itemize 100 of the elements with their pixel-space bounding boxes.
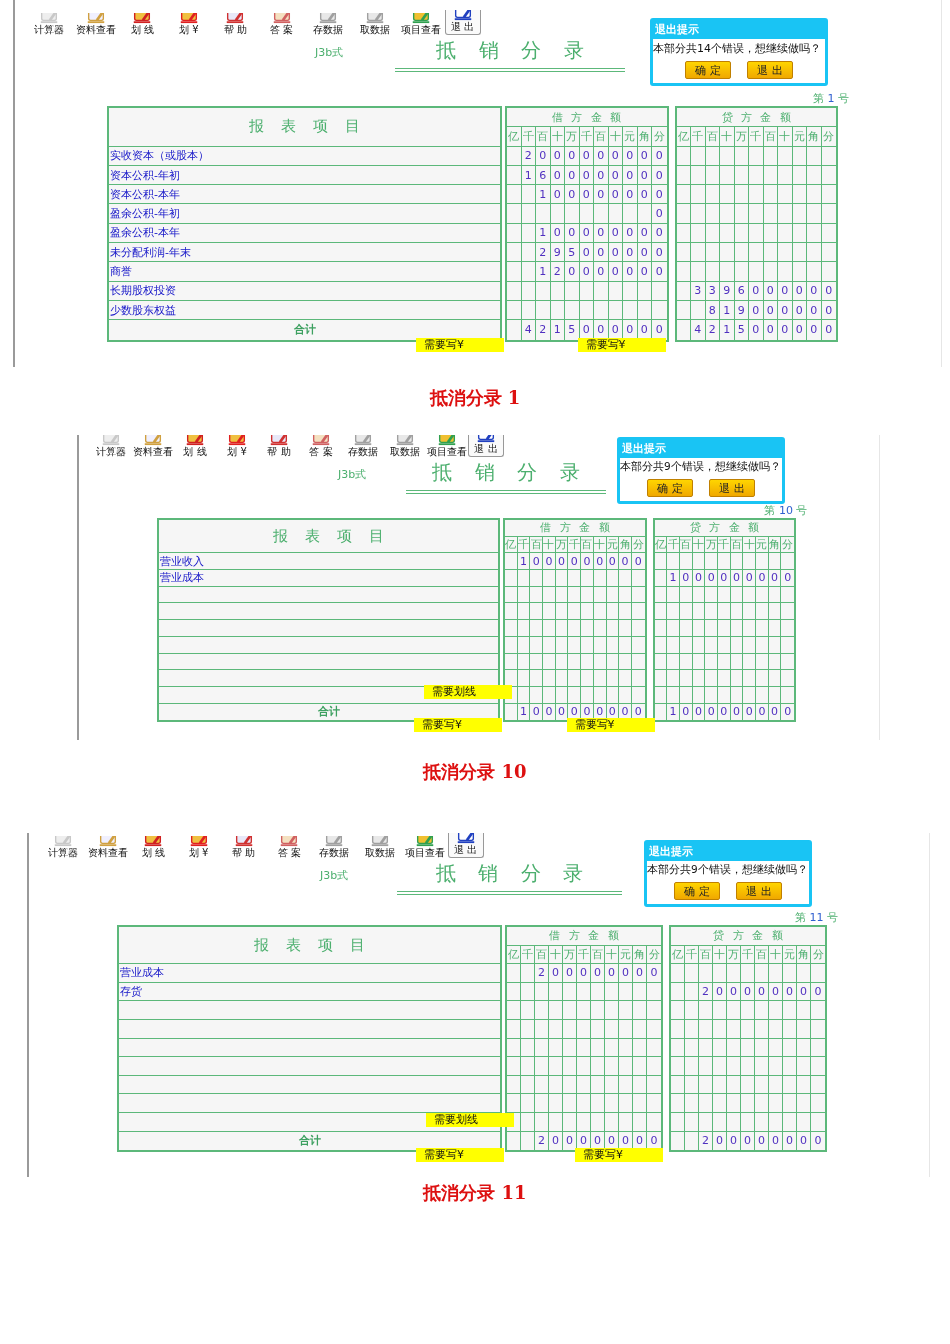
toolbar-button[interactable]: 帮 助 xyxy=(212,12,259,35)
dialog-button[interactable]: 确 定 xyxy=(685,61,731,79)
unit-label: 百 xyxy=(535,945,549,964)
unit-label: 万 xyxy=(565,127,580,146)
toolbar-button[interactable]: 存数据 xyxy=(305,12,352,35)
dialog-button[interactable]: 退 出 xyxy=(736,882,782,900)
item-cell: 营业成本 xyxy=(120,965,164,981)
unit-label: 分 xyxy=(822,128,836,145)
unit-label: 十 xyxy=(778,127,793,146)
unit-label: 亿 xyxy=(507,945,521,964)
amount-cell: 2 0 0 0 0 0 0 0 0 0 xyxy=(507,146,667,166)
unit-label: 万 xyxy=(705,536,718,553)
toolbar-button[interactable]: 划 线 xyxy=(119,12,166,35)
unit-label: 百 xyxy=(594,127,609,146)
unit-label: 元 xyxy=(619,945,633,964)
toolbar-button[interactable]: 取数据 xyxy=(351,12,398,35)
unit-label: 十 xyxy=(543,536,556,553)
item-cell: 盈余公积-本年 xyxy=(110,225,180,241)
dialog-message: 本部分共9个错误，想继续做吗？ xyxy=(647,863,809,877)
unit-label: 万 xyxy=(734,127,749,146)
form-code: J3b式 xyxy=(315,45,345,60)
form-code: J3b式 xyxy=(320,868,350,883)
unit-label: 十 xyxy=(692,536,706,553)
item-cell: 实收资本（或股本） xyxy=(110,148,209,164)
toolbar-button[interactable]: 划 线 xyxy=(130,835,176,858)
toolbar-button[interactable]: 答 案 xyxy=(266,835,312,858)
toolbar-button[interactable]: 取数据 xyxy=(384,435,426,457)
toolbar-button[interactable]: 划 ¥ xyxy=(165,12,212,35)
dialog-button[interactable]: 退 出 xyxy=(709,479,755,497)
toolbar-button[interactable]: 取数据 xyxy=(357,835,403,858)
toolbar-button[interactable]: 划 线 xyxy=(174,435,216,457)
unit-label: 元 xyxy=(623,127,638,146)
toolbar-button[interactable]: 答 案 xyxy=(258,12,305,35)
item-cell: 商誉 xyxy=(110,264,132,279)
exit-button[interactable]: 退 出 xyxy=(468,435,504,457)
unit-label: 十 xyxy=(720,127,735,146)
toolbar-button[interactable]: 资料查看 xyxy=(132,435,174,457)
unit-label: 千 xyxy=(718,536,731,553)
unit-label: 亿 xyxy=(505,536,518,553)
unit-label: 百 xyxy=(699,945,713,964)
unit-label: 角 xyxy=(797,945,811,964)
unit-label: 千 xyxy=(517,536,531,553)
toolbar-button[interactable]: 项目查看 xyxy=(402,835,448,858)
unit-label: 百 xyxy=(591,945,605,964)
toolbar-button[interactable]: 项目查看 xyxy=(426,435,468,457)
dialog-title: 退出提示 xyxy=(621,441,667,457)
unit-label: 十 xyxy=(713,945,727,964)
exit-button[interactable]: 退 出 xyxy=(447,833,484,858)
unit-label: 千 xyxy=(568,536,582,553)
toolbar-button[interactable]: 帮 助 xyxy=(258,435,300,457)
toolbar-button[interactable]: 帮 助 xyxy=(221,835,267,858)
unit-label: 十 xyxy=(593,536,607,553)
toolbar-button[interactable]: 划 ¥ xyxy=(175,835,222,858)
toolbar-button[interactable]: 计算器 xyxy=(26,12,73,35)
toolbar-button[interactable]: 划 ¥ xyxy=(216,435,258,457)
column-header: 贷 方 金 额 xyxy=(689,520,760,536)
unit-label: 元 xyxy=(783,945,797,964)
toolbar-button[interactable]: 计算器 xyxy=(40,835,86,858)
item-cell: 长期股权投资 xyxy=(110,283,176,299)
unit-label: 千 xyxy=(521,945,535,964)
unit-label: 百 xyxy=(530,536,544,553)
dialog-button[interactable]: 确 定 xyxy=(647,479,693,497)
item-cell: 资本公积-年初 xyxy=(110,167,180,183)
dialog-button[interactable]: 退 出 xyxy=(747,61,793,79)
unit-label: 亿 xyxy=(654,536,668,553)
voucher-number: 第 11 号 xyxy=(795,912,838,925)
item-cell: 资本公积-本年 xyxy=(110,186,180,202)
dialog-title: 退出提示 xyxy=(654,22,700,38)
figure-caption: 抵消分录 11 xyxy=(423,1181,527,1205)
toolbar-button[interactable]: 存数据 xyxy=(342,435,384,457)
toolbar-button[interactable]: 资料查看 xyxy=(72,12,119,35)
column-header: 贷 方 金 额 xyxy=(721,109,791,125)
item-cell: 营业成本 xyxy=(160,570,204,586)
toolbar-button[interactable]: 计算器 xyxy=(90,435,132,457)
toolbar-button[interactable]: 资料查看 xyxy=(85,835,131,858)
amount-cell: 1 2 0 0 0 0 0 0 0 xyxy=(507,262,667,282)
amount-cell: 1 0 0 0 0 0 0 0 0 0 xyxy=(654,703,795,721)
unit-label: 亿 xyxy=(676,127,691,146)
hint-tag: 需要写¥ xyxy=(566,718,655,733)
unit-label: 十 xyxy=(769,945,783,964)
amount-cell: 4 2 1 5 0 0 0 0 0 0 xyxy=(676,320,836,340)
dialog-message: 本部分共14个错误，想继续做吗？ xyxy=(653,41,822,56)
column-header: 借 方 金 额 xyxy=(552,109,622,125)
item-cell: 未分配利润-年末 xyxy=(110,244,191,260)
amount-cell: 0 xyxy=(507,204,667,224)
unit-label: 角 xyxy=(807,127,822,146)
dialog-button[interactable]: 确 定 xyxy=(674,882,720,900)
column-header: 报 表 项 目 xyxy=(119,927,500,965)
toolbar-button[interactable]: 答 案 xyxy=(300,435,342,457)
exit-button[interactable]: 退 出 xyxy=(444,9,481,35)
unit-label: 百 xyxy=(755,945,769,964)
amount-cell: 3 3 9 6 0 0 0 0 0 0 xyxy=(676,281,836,301)
hint-tag: 需要写¥ xyxy=(414,718,502,733)
toolbar-button[interactable]: 项目查看 xyxy=(398,12,445,35)
toolbar-button[interactable]: 存数据 xyxy=(311,835,358,858)
item-cell: 营业收入 xyxy=(160,553,204,569)
unit-label: 分 xyxy=(781,537,795,553)
unit-label: 千 xyxy=(521,127,536,146)
amount-cell: 1 0 0 0 0 0 0 0 0 0 xyxy=(505,553,645,571)
unit-label: 分 xyxy=(811,946,825,963)
